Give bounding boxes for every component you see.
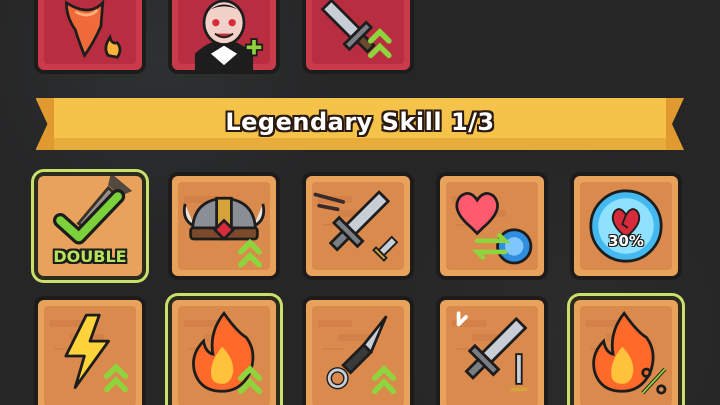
fire-tornado-icon	[64, 0, 122, 59]
skill-card-fire-percent[interactable]	[570, 296, 682, 405]
skill-card-sword-split[interactable]	[436, 296, 548, 405]
legendary-skill-banner: Legendary Skill 1/3	[36, 98, 684, 150]
double-label: DOUBLE	[53, 247, 127, 266]
skill-card-sword-upgrade[interactable]	[302, 0, 414, 74]
skill-card-vampire[interactable]	[168, 0, 280, 74]
lightning-icon	[64, 313, 129, 393]
skill-card-lightning[interactable]	[34, 296, 146, 405]
fire-icon	[192, 310, 263, 395]
heart-swap-icon	[455, 192, 533, 265]
kunai-icon	[326, 315, 397, 395]
vampire-plus-icon	[194, 0, 264, 70]
skill-card-heart-shield[interactable]: 30%	[570, 172, 682, 280]
sword-split-icon	[456, 311, 528, 392]
skill-card-fire-up[interactable]	[168, 296, 280, 405]
heart-bubble-icon	[589, 189, 663, 263]
skill-card-viking-helmet[interactable]	[168, 172, 280, 280]
sword-arrows-icon	[320, 0, 392, 59]
skill-card-fire-tornado[interactable]	[34, 0, 146, 74]
percent-label: 30%	[608, 232, 644, 250]
sword-dash-icon	[313, 190, 399, 262]
skill-card-heart-swap[interactable]	[436, 172, 548, 280]
skill-card-sword-dash[interactable]	[302, 172, 414, 280]
skill-card-kunai[interactable]	[302, 296, 414, 405]
skill-card-double[interactable]: DOUBLE	[34, 172, 146, 280]
banner-title: Legendary Skill 1/3	[225, 108, 495, 136]
fire-percent-icon	[592, 310, 667, 395]
viking-helmet-icon	[182, 196, 266, 268]
